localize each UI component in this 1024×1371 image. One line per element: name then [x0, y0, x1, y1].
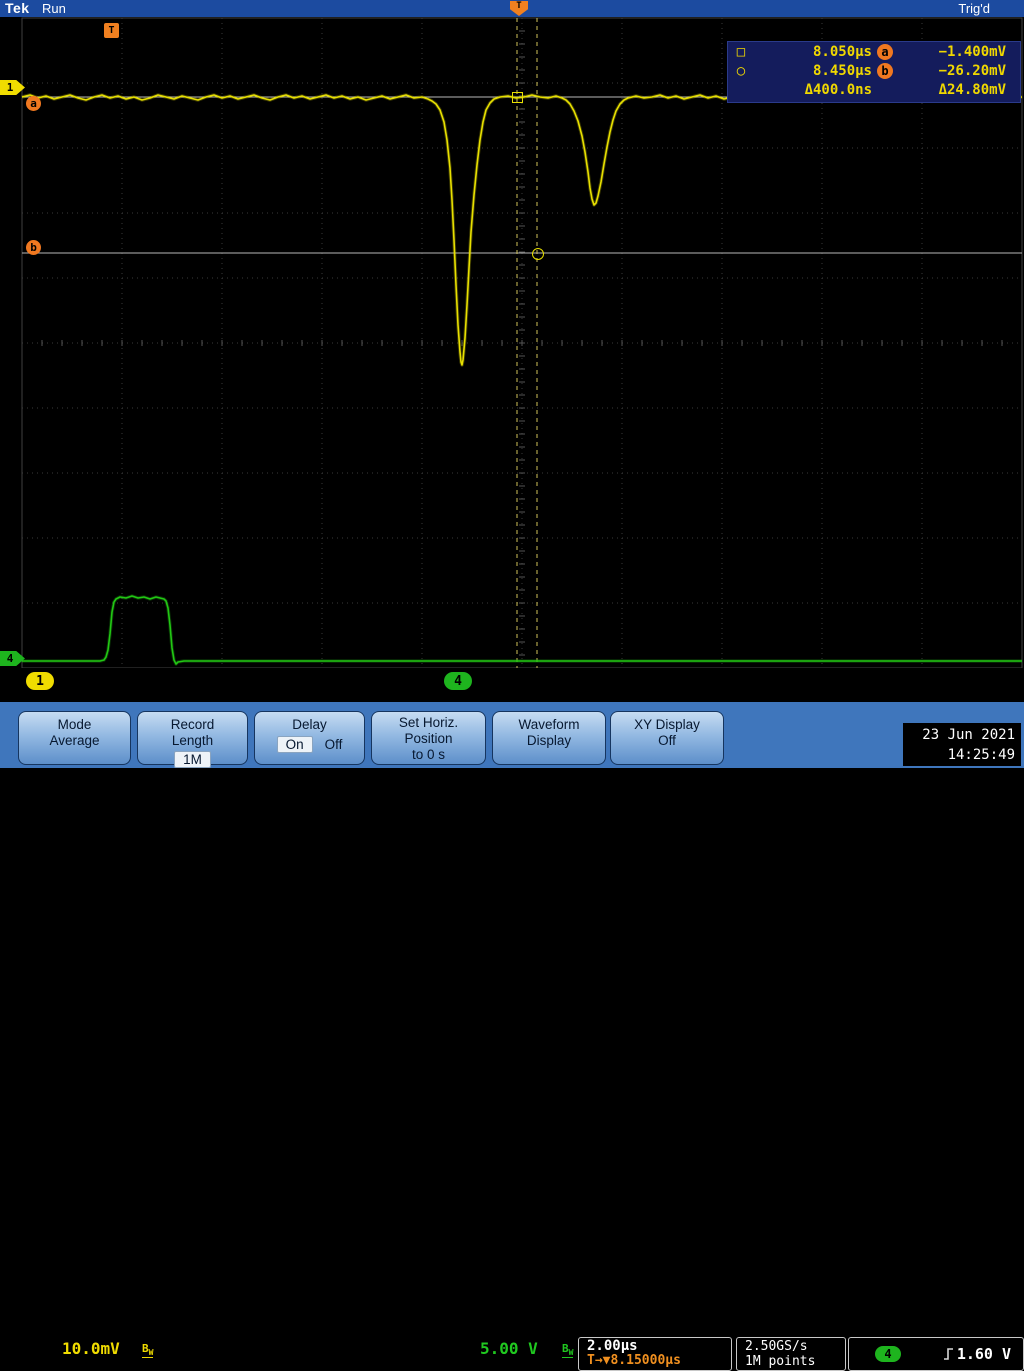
- cursor1-value: −1.400mV: [898, 44, 1012, 60]
- ch1-scale: 10.0mV: [62, 1339, 120, 1358]
- cursor2-value: −26.20mV: [898, 63, 1012, 79]
- ch4-badge: 4: [444, 672, 472, 690]
- trigger-position-marker-label: T: [516, 1, 521, 11]
- acquisition-readout: 2.50GS/s 1M points: [736, 1337, 846, 1371]
- cursor1-square-intersect-icon: [512, 92, 523, 103]
- set-horizontal-position-button[interactable]: Set Horiz. Position to 0 s: [371, 711, 486, 765]
- trigger-level: 1.60 V: [955, 1345, 1015, 1363]
- trigger-source-badge: 4: [875, 1346, 901, 1362]
- datetime-display: 23 Jun 2021 14:25:49: [903, 723, 1021, 766]
- cursor-delta-time: Δ400.0ns: [754, 82, 872, 98]
- ch1-badge: 1: [26, 672, 54, 690]
- set-horiz-line-1: Set Horiz.: [372, 715, 485, 731]
- horizontal-readout: 2.00µs T→▼8.15000µs: [578, 1337, 732, 1371]
- readout-status-bar: 1 10.0mV BW 4 5.00 V BW 2.00µs T→▼8.1500…: [0, 668, 1024, 702]
- cursor-delta-value: Δ24.80mV: [898, 82, 1012, 98]
- delay-off-option[interactable]: Off: [325, 737, 343, 752]
- record-points: 1M points: [745, 1354, 837, 1369]
- record-length-button[interactable]: Record Length 1M: [137, 711, 248, 765]
- waveform-display-line-1: Waveform: [493, 717, 605, 733]
- trigger-reference-marker: T: [104, 23, 119, 38]
- mode-button-value: Average: [19, 733, 130, 749]
- sample-rate: 2.50GS/s: [745, 1339, 837, 1354]
- xy-display-value: Off: [611, 733, 723, 749]
- cursor1-square-icon: □: [728, 44, 754, 60]
- trigger-delay-value: 8.15000µs: [610, 1353, 680, 1368]
- trigger-status: Trig'd: [958, 1, 990, 16]
- xy-display-title: XY Display: [611, 717, 723, 733]
- cursor-readout: □ 8.050µs a −1.400mV ○ 8.450µs b −26.20m…: [727, 41, 1021, 103]
- time-value: 14:25:49: [903, 745, 1015, 765]
- cursor2-time: 8.450µs: [754, 63, 872, 79]
- set-horiz-line-3: to 0 s: [372, 747, 485, 763]
- cursor-a-marker-label: a: [30, 97, 37, 110]
- cursor1-time: 8.050µs: [754, 44, 872, 60]
- trigger-delay-icon: T→▼: [587, 1353, 610, 1368]
- rising-edge-icon: [943, 1346, 955, 1362]
- trigger-delay-readout: T→▼8.15000µs: [587, 1354, 723, 1368]
- record-length-title-1: Record: [138, 717, 247, 733]
- timebase-value: 2.00µs: [587, 1339, 723, 1354]
- record-length-title-2: Length: [138, 733, 247, 749]
- record-length-value: 1M: [174, 751, 211, 768]
- set-horiz-line-2: Position: [372, 731, 485, 747]
- cursor-b-badge: b: [877, 63, 893, 79]
- ch4-scale: 5.00 V: [480, 1339, 538, 1358]
- cursor-a-badge: a: [877, 44, 893, 60]
- trigger-readout: 4 1.60 V: [848, 1337, 1024, 1371]
- mode-button-title: Mode: [19, 717, 130, 733]
- cursor-b-marker: b: [26, 240, 41, 255]
- graticule-display: [0, 0, 1024, 768]
- mode-button[interactable]: Mode Average: [18, 711, 131, 765]
- acquisition-status: Run: [42, 1, 66, 16]
- ch4-bandwidth-icon: BW: [562, 1342, 573, 1358]
- ch1-bandwidth-icon: BW: [142, 1342, 153, 1358]
- cursor2-circle-intersect-icon: [532, 248, 544, 260]
- waveform-display-line-2: Display: [493, 733, 605, 749]
- delay-button-title: Delay: [255, 717, 364, 733]
- cursor2-circle-icon: ○: [728, 63, 754, 79]
- date-value: 23 Jun 2021: [903, 725, 1015, 745]
- tek-logo: Tek: [5, 0, 30, 16]
- cursor-b-marker-label: b: [30, 241, 37, 254]
- trigger-reference-marker-label: T: [108, 25, 114, 36]
- soft-menu-bar: Mode Average Record Length 1M Delay On O…: [0, 702, 1024, 768]
- delay-button[interactable]: Delay On Off: [254, 711, 365, 765]
- cursor-a-marker: a: [26, 96, 41, 111]
- delay-on-option[interactable]: On: [277, 736, 313, 753]
- waveform-display-button[interactable]: Waveform Display: [492, 711, 606, 765]
- xy-display-button[interactable]: XY Display Off: [610, 711, 724, 765]
- ch4-position-marker-label: 4: [7, 652, 14, 665]
- ch1-position-marker-label: 1: [7, 81, 14, 94]
